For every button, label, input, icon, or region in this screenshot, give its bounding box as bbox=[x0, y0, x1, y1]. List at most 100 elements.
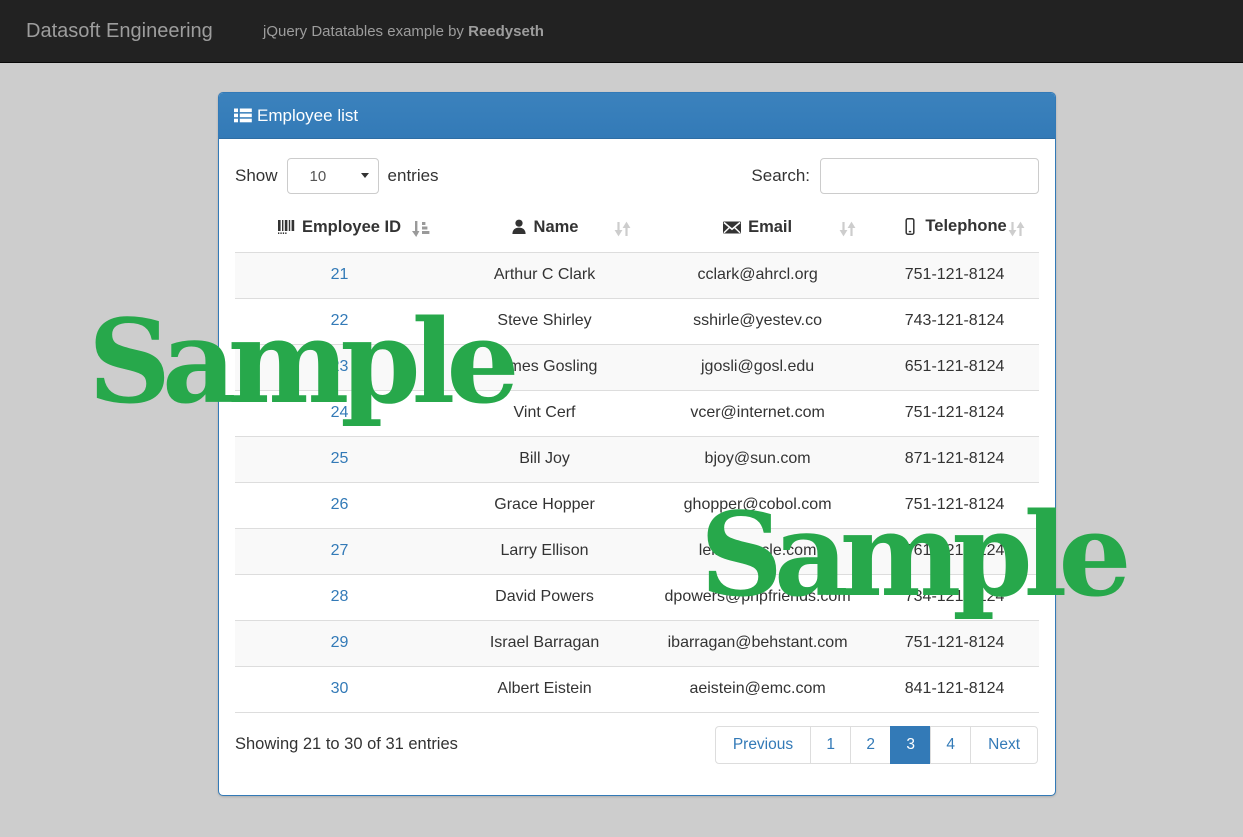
table-row: 30 Albert Eisteinaeistein@emc.com841-121-… bbox=[235, 666, 1039, 712]
sort-both-icon bbox=[1008, 221, 1025, 237]
pagination: Previous1234Next bbox=[715, 726, 1038, 764]
table-controls: Show 10 entries Search: bbox=[235, 158, 1039, 194]
table-row: 25 Bill Joybjoy@sun.com871-121-8124 bbox=[235, 436, 1039, 482]
cell-employee-id: 27 bbox=[235, 528, 444, 574]
column-header-employee-id[interactable]: Employee ID bbox=[235, 206, 444, 252]
cell-telephone: 751-121-8124 bbox=[870, 482, 1039, 528]
cell-telephone: 761-121-8124 bbox=[870, 528, 1039, 574]
cell-email: bjoy@sun.com bbox=[645, 436, 870, 482]
cell-employee-id: 23 bbox=[235, 344, 444, 390]
table-row: 22 Steve Shirleysshirle@yestev.co743-121-… bbox=[235, 298, 1039, 344]
cell-name: Larry Ellison bbox=[444, 528, 645, 574]
cell-name: Vint Cerf bbox=[444, 390, 645, 436]
navbar-subtitle-text: jQuery Datatables example by bbox=[263, 23, 468, 40]
cell-name: Arthur C Clark bbox=[444, 252, 645, 298]
cell-name: Albert Eistein bbox=[444, 666, 645, 712]
cell-employee-id: 28 bbox=[235, 574, 444, 620]
employee-id-link[interactable]: 21 bbox=[331, 266, 349, 283]
table-row: 27 Larry Ellisonlelli@oracle.com761-121-8… bbox=[235, 528, 1039, 574]
cell-telephone: 751-121-8124 bbox=[870, 620, 1039, 666]
table-row: 21Arthur C Clarkcclark@ahrcl.org751-121-… bbox=[235, 252, 1039, 298]
employee-table: Employee ID bbox=[235, 206, 1039, 713]
column-label: Name bbox=[534, 218, 579, 237]
employee-id-link[interactable]: 22 bbox=[331, 312, 349, 329]
cell-email: sshirle@yestev.co bbox=[645, 298, 870, 344]
list-icon bbox=[234, 108, 252, 123]
page-length-select-wrap: 10 bbox=[287, 158, 379, 194]
search-label: Search: bbox=[751, 166, 810, 186]
page-length-control: Show 10 entries bbox=[235, 158, 439, 194]
cell-telephone: 651-121-8124 bbox=[870, 344, 1039, 390]
sort-amount-asc-icon bbox=[412, 221, 430, 238]
employee-list-panel: Employee list Show 10 entries Search: bbox=[218, 92, 1056, 796]
entries-label: entries bbox=[388, 166, 439, 186]
cell-name: Israel Barragan bbox=[444, 620, 645, 666]
cell-name: David Powers bbox=[444, 574, 645, 620]
cell-email: lelli@oracle.com bbox=[645, 528, 870, 574]
column-header-email[interactable]: Email bbox=[645, 206, 870, 252]
page-button-4[interactable]: 4 bbox=[930, 726, 971, 764]
navbar-author: Reedyseth bbox=[468, 23, 544, 40]
cell-email: cclark@ahrcl.org bbox=[645, 252, 870, 298]
page-button-1[interactable]: 1 bbox=[810, 726, 851, 764]
navbar: Datasoft Engineering jQuery Datatables e… bbox=[0, 0, 1243, 63]
cell-email: dpowers@phpfriends.com bbox=[645, 574, 870, 620]
cell-employee-id: 26 bbox=[235, 482, 444, 528]
column-label: Telephone bbox=[925, 217, 1006, 236]
cell-email: ibarragan@behstant.com bbox=[645, 620, 870, 666]
mobile-phone-icon bbox=[902, 218, 918, 235]
cell-name: Steve Shirley bbox=[444, 298, 645, 344]
cell-employee-id: 21 bbox=[235, 252, 444, 298]
cell-email: jgosli@gosl.edu bbox=[645, 344, 870, 390]
column-label: Employee ID bbox=[302, 218, 401, 237]
navbar-brand[interactable]: Datasoft Engineering bbox=[26, 0, 213, 63]
employee-id-link[interactable]: 24 bbox=[331, 404, 349, 421]
employee-id-link[interactable]: 30 bbox=[331, 680, 349, 697]
column-header-name[interactable]: Name bbox=[444, 206, 645, 252]
cell-telephone: 751-121-8124 bbox=[870, 390, 1039, 436]
cell-telephone: 734-121-8124 bbox=[870, 574, 1039, 620]
page-button-previous[interactable]: Previous bbox=[715, 726, 811, 764]
envelope-icon bbox=[723, 220, 741, 235]
cell-email: vcer@internet.com bbox=[645, 390, 870, 436]
page-button-next[interactable]: Next bbox=[970, 726, 1038, 764]
cell-employee-id: 30 bbox=[235, 666, 444, 712]
cell-employee-id: 25 bbox=[235, 436, 444, 482]
cell-email: aeistein@emc.com bbox=[645, 666, 870, 712]
search-control: Search: bbox=[751, 158, 1039, 194]
cell-name: Bill Joy bbox=[444, 436, 645, 482]
cell-telephone: 743-121-8124 bbox=[870, 298, 1039, 344]
column-header-telephone[interactable]: Telephone bbox=[870, 206, 1039, 252]
employee-id-link[interactable]: 25 bbox=[331, 450, 349, 467]
sort-both-icon bbox=[839, 221, 856, 237]
table-row: 23 James Goslingjgosli@gosl.edu651-121-81… bbox=[235, 344, 1039, 390]
user-icon bbox=[511, 219, 527, 235]
cell-name: Grace Hopper bbox=[444, 482, 645, 528]
page-length-select[interactable]: 10 bbox=[287, 158, 379, 194]
employee-id-link[interactable]: 27 bbox=[331, 542, 349, 559]
employee-id-link[interactable]: 28 bbox=[331, 588, 349, 605]
panel-header: Employee list bbox=[219, 93, 1055, 139]
employee-id-link[interactable]: 29 bbox=[331, 634, 349, 651]
sort-both-icon bbox=[614, 221, 631, 237]
table-footer: Showing 21 to 30 of 31 entries Previous1… bbox=[235, 726, 1039, 764]
search-input[interactable] bbox=[820, 158, 1039, 194]
page-button-3[interactable]: 3 bbox=[890, 726, 931, 764]
table-header-row: Employee ID bbox=[235, 206, 1039, 252]
panel-body: Show 10 entries Search: bbox=[219, 139, 1055, 779]
cell-telephone: 871-121-8124 bbox=[870, 436, 1039, 482]
cell-employee-id: 24 bbox=[235, 390, 444, 436]
table-row: 24 Vint Cerfvcer@internet.com751-121-8124 bbox=[235, 390, 1039, 436]
employee-id-link[interactable]: 23 bbox=[331, 358, 349, 375]
page-button-2[interactable]: 2 bbox=[850, 726, 891, 764]
employee-id-link[interactable]: 26 bbox=[331, 496, 349, 513]
employee-table-body: 21 Arthur C Clarkcclark@ahrcl.org 751-121-… bbox=[235, 252, 1039, 712]
barcode-icon bbox=[278, 219, 295, 235]
cell-telephone: 841-121-8124 bbox=[870, 666, 1039, 712]
cell-name: James Gosling bbox=[444, 344, 645, 390]
show-label: Show bbox=[235, 166, 278, 186]
table-row: 28 David Powersdpowers@phpfriends.com734-… bbox=[235, 574, 1039, 620]
table-row: 26Grace Hopperghopper@cobol.com751-121-8… bbox=[235, 482, 1039, 528]
cell-employee-id: 22 bbox=[235, 298, 444, 344]
column-label: Email bbox=[748, 218, 792, 237]
